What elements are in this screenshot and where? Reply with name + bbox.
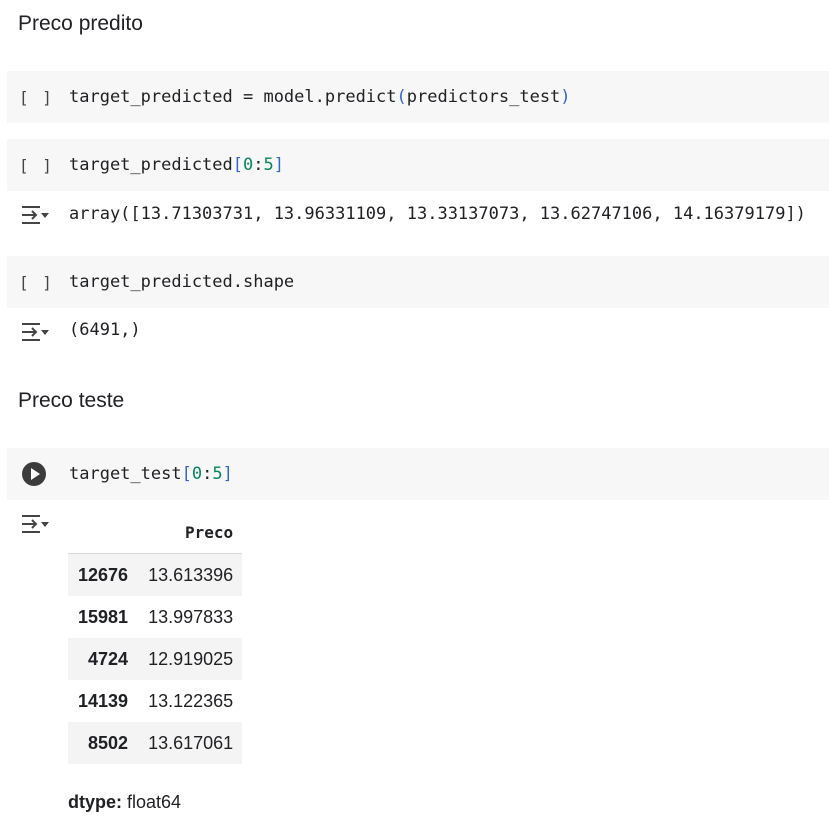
row-value: 13.617061 (148, 732, 234, 753)
row-value: 12.919025 (148, 648, 234, 669)
table-row: 14139 13.122365 (68, 680, 242, 722)
code-number: 5 (212, 464, 223, 484)
code-cell-shape[interactable]: [ ] target_predicted.shape (7, 256, 829, 308)
table-row: 8502 13.617061 (68, 722, 243, 764)
code-editor[interactable]: target_predicted[0:5] (69, 139, 284, 191)
code-number: 0 (191, 464, 203, 484)
code-bracket-open: [ (181, 464, 192, 484)
code-number: 0 (243, 155, 254, 175)
output-toggle-icon[interactable] (20, 512, 50, 536)
run-cell-button[interactable]: [ ] (19, 139, 54, 191)
code-arg: predictors_test (406, 87, 561, 107)
code-bracket-close: ] (273, 155, 285, 175)
code-bracket-open: [ (232, 155, 244, 175)
row-index: 15981 (78, 606, 129, 627)
code-paren-close: ) (560, 87, 571, 107)
row-value: 13.122365 (148, 690, 234, 711)
code-token: target_test (69, 464, 182, 484)
table-row: 12676 13.613396 (68, 553, 243, 596)
column-header: Preco (138, 512, 243, 554)
code-colon: : (253, 155, 264, 175)
code-editor[interactable]: target_test[0:5] (69, 448, 233, 500)
code-editor[interactable]: target_predicted.shape (69, 256, 294, 308)
code-editor[interactable]: target_predicted = model.predict(predict… (69, 71, 571, 123)
row-value: 13.613396 (148, 564, 234, 585)
code-token: target_predicted (69, 155, 233, 175)
dtype-info: dtype: float64 (68, 792, 181, 813)
table-row: 15981 13.997833 (68, 596, 242, 638)
row-index: 4724 (88, 648, 129, 669)
output-toggle-icon[interactable] (20, 320, 50, 344)
code-cell-predict[interactable]: [ ] target_predicted = model.predict(pre… (7, 71, 829, 123)
run-cell-button[interactable]: [ ] (19, 256, 54, 308)
code-colon: : (202, 464, 213, 484)
code-cell-slice-predicted[interactable]: [ ] target_predicted[0:5] (7, 139, 829, 191)
row-index: 12676 (78, 564, 129, 585)
code-token: target_predicted = model.predict (69, 87, 397, 107)
code-bracket-close: ] (222, 464, 233, 484)
run-cell-button[interactable]: [ ] (19, 71, 54, 123)
dtype-value: float64 (127, 792, 182, 812)
section-title-predicted: Preco predito (18, 12, 143, 35)
row-value: 13.997833 (148, 606, 234, 627)
dtype-label: dtype: (68, 792, 122, 812)
index-header (68, 512, 139, 554)
table-header-row: Preco (68, 512, 243, 554)
notebook-page: Preco predito [ ] target_predicted = mod… (0, 0, 829, 828)
code-number: 5 (263, 155, 274, 175)
section-title-test: Preco teste (18, 389, 125, 412)
code-paren-open: ( (396, 87, 407, 107)
row-index: 14139 (78, 690, 129, 711)
table-row: 4724 12.919025 (68, 638, 243, 680)
cell-output-shape: (6491,) (69, 320, 141, 340)
dataframe-output: Preco 12676 13.613396 15981 13.997833 47… (68, 512, 243, 764)
code-cell-target-test[interactable]: target_test[0:5] (7, 448, 829, 500)
play-icon[interactable] (22, 462, 46, 486)
cell-output-array: array([13.71303731, 13.96331109, 13.3313… (69, 204, 806, 224)
output-toggle-icon[interactable] (20, 203, 50, 227)
row-index: 8502 (88, 732, 129, 753)
